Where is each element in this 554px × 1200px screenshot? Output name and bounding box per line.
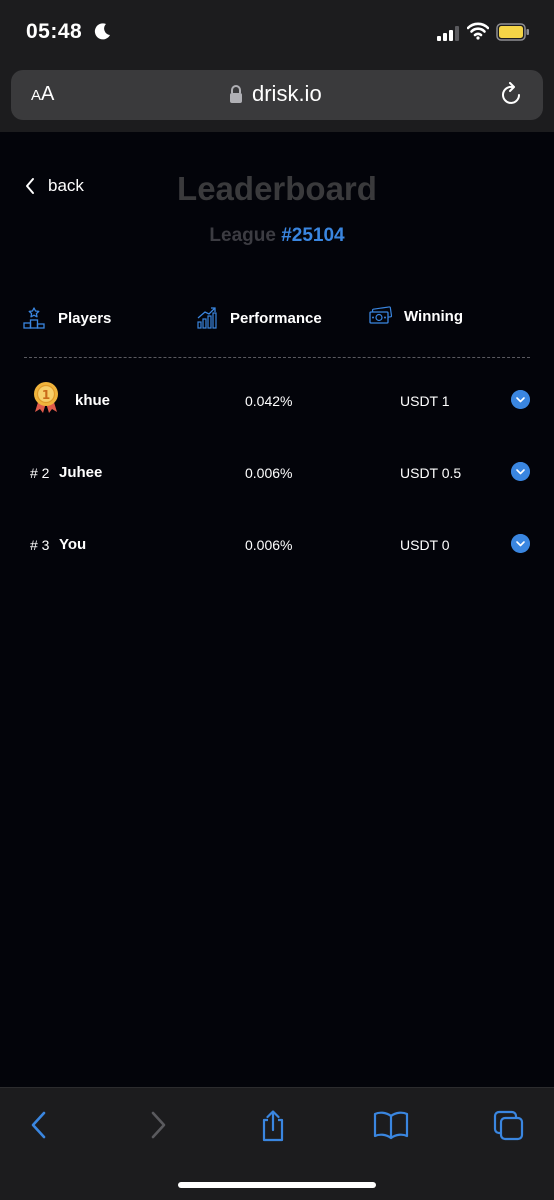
player-name: You bbox=[59, 536, 87, 553]
column-header-players: Players bbox=[22, 306, 111, 330]
player-winning: USDT 0.5 bbox=[400, 465, 462, 481]
moon-icon bbox=[94, 23, 110, 40]
player-performance: 0.042% bbox=[245, 393, 293, 409]
status-bar: 05:48 bbox=[0, 0, 554, 64]
browser-chrome: AA drisk.io bbox=[0, 64, 554, 132]
table-row[interactable]: 1 khue 0.042% USDT 1 bbox=[0, 382, 554, 423]
player-name: khue bbox=[75, 392, 111, 409]
bookmarks-icon[interactable] bbox=[373, 1110, 409, 1140]
share-icon[interactable] bbox=[259, 1110, 287, 1142]
url-text: drisk.io bbox=[252, 81, 322, 106]
battery-icon bbox=[496, 23, 529, 41]
money-icon bbox=[369, 306, 392, 324]
reader-options-button[interactable]: AA bbox=[31, 83, 54, 106]
chevron-down-icon[interactable] bbox=[511, 462, 530, 481]
growth-chart-icon bbox=[197, 307, 217, 329]
wifi-icon bbox=[467, 22, 489, 40]
status-time: 05:48 bbox=[26, 20, 83, 43]
column-header-winning: Winning bbox=[368, 306, 463, 326]
player-winning: USDT 0 bbox=[400, 537, 450, 553]
player-winning: USDT 1 bbox=[400, 393, 450, 409]
forward-arrow-icon[interactable] bbox=[147, 1110, 169, 1140]
cellular-signal-icon bbox=[437, 26, 459, 41]
address-bar[interactable]: AA drisk.io bbox=[11, 70, 543, 120]
league-line: League #25104 bbox=[0, 225, 554, 247]
player-performance: 0.006% bbox=[245, 465, 293, 481]
lock-icon bbox=[230, 85, 242, 103]
medal-rank: 1 bbox=[42, 388, 50, 402]
league-id: #25104 bbox=[281, 225, 345, 246]
player-name: Juhee bbox=[59, 464, 103, 481]
column-header-performance: Performance bbox=[196, 306, 322, 330]
player-performance: 0.006% bbox=[245, 537, 293, 553]
table-row[interactable]: # 3 You 0.006% USDT 0 bbox=[0, 527, 554, 567]
column-headers: Players Performance Winning bbox=[0, 306, 554, 336]
gold-medal-icon: 1 bbox=[34, 382, 58, 413]
player-rank: # 2 bbox=[30, 465, 50, 481]
divider bbox=[24, 357, 530, 358]
reload-icon[interactable] bbox=[500, 82, 524, 108]
player-rank: # 3 bbox=[30, 537, 50, 553]
table-row[interactable]: # 2 Juhee 0.006% USDT 0.5 bbox=[0, 455, 554, 495]
page-title: Leaderboard bbox=[177, 170, 377, 207]
chevron-down-icon[interactable] bbox=[511, 390, 530, 409]
back-arrow-icon[interactable] bbox=[28, 1110, 50, 1140]
home-indicator bbox=[178, 1182, 376, 1188]
league-label: League bbox=[209, 225, 276, 246]
chevron-down-icon[interactable] bbox=[511, 534, 530, 553]
podium-icon bbox=[23, 307, 45, 329]
tabs-icon[interactable] bbox=[493, 1110, 525, 1142]
